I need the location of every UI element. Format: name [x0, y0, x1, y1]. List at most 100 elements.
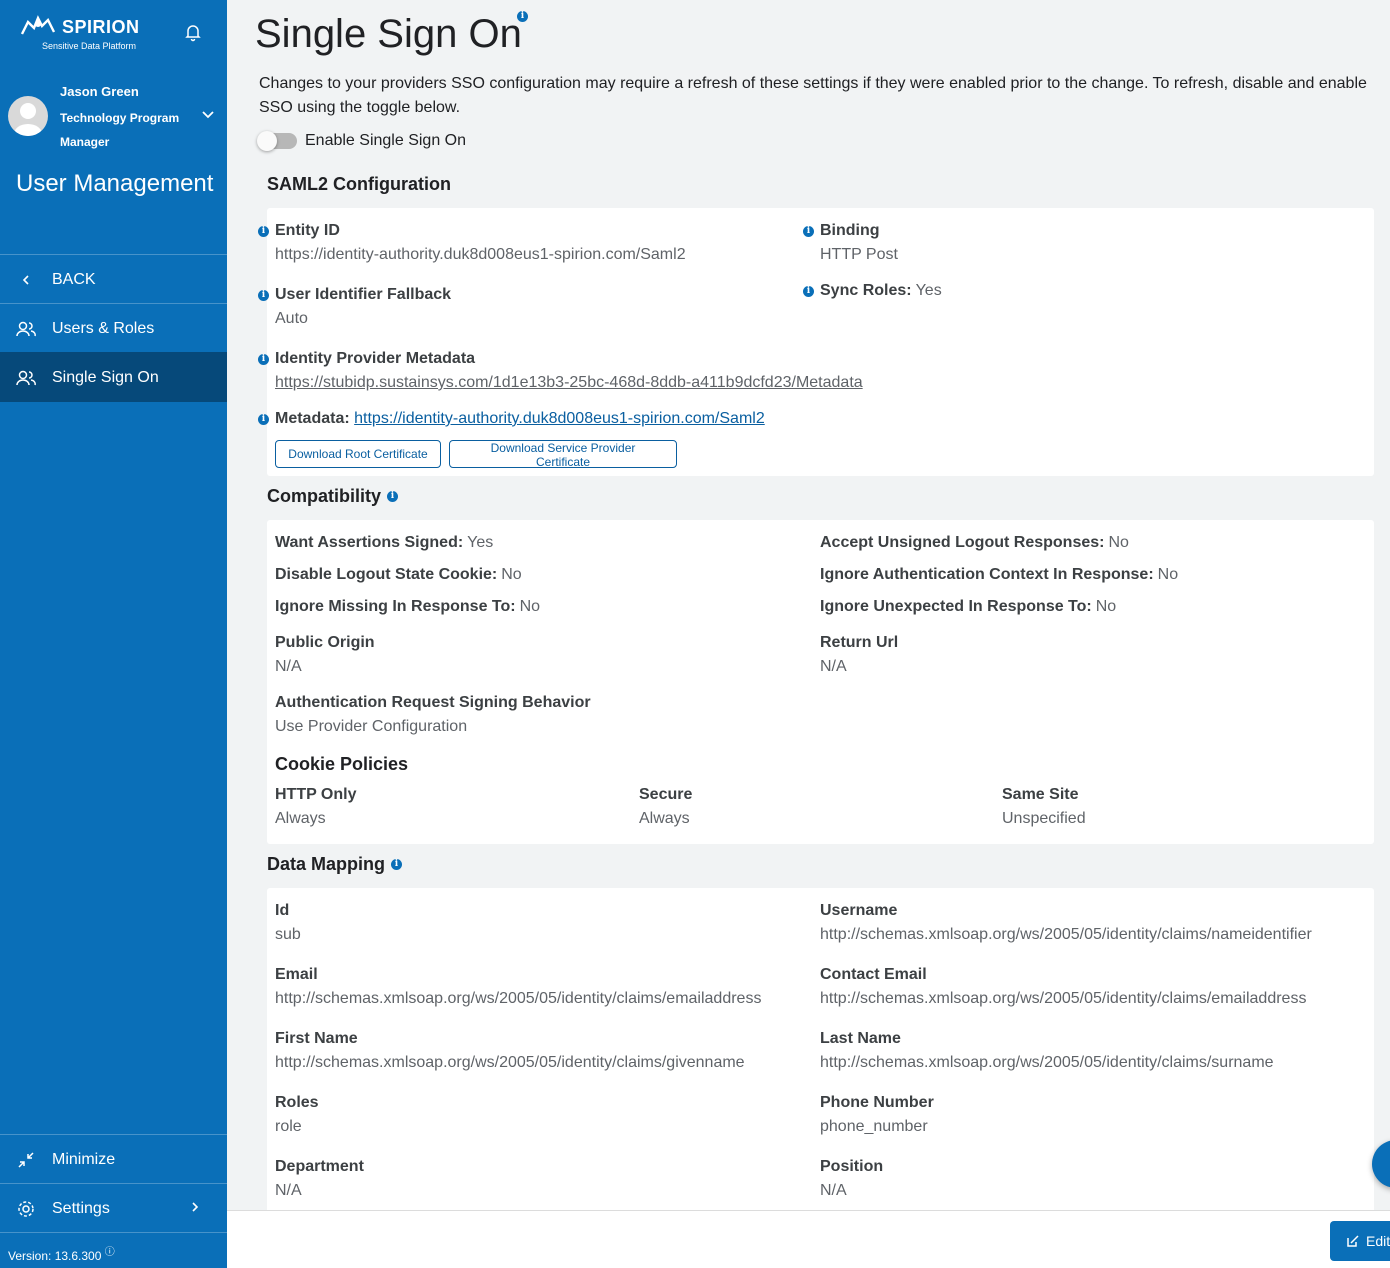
- main-content: Single Sign On i Changes to your provide…: [227, 0, 1390, 1210]
- http-only-field: HTTP Only Always: [275, 783, 357, 831]
- entity-id-label: Entity ID: [275, 222, 340, 239]
- first-name-label: First Name: [275, 1030, 358, 1047]
- info-icon[interactable]: i: [803, 226, 814, 237]
- version-info-icon[interactable]: ⓘ: [105, 1247, 115, 1258]
- avatar-person-icon: [14, 103, 42, 136]
- sidebar: SPIRION Sensitive Data Platform Jason Gr…: [0, 0, 227, 1268]
- user-profile[interactable]: Jason Green Technology Program Manager: [8, 80, 223, 150]
- title-info-icon[interactable]: i: [517, 11, 528, 22]
- notification-bell-icon[interactable]: [183, 22, 203, 42]
- saml2-heading: SAML2 Configuration: [267, 174, 451, 195]
- auth-request-signing-field: Authentication Request Signing Behavior …: [275, 691, 591, 739]
- nav-users-roles[interactable]: Users & Roles: [0, 303, 227, 353]
- nav-minimize-label: Minimize: [52, 1150, 116, 1168]
- return-url-field: Return Url N/A: [820, 631, 898, 679]
- download-sp-certificate-button[interactable]: Download Service Provider Certificate: [449, 440, 677, 469]
- page-title: Single Sign On: [255, 12, 522, 56]
- compatibility-info-icon[interactable]: i: [387, 491, 399, 502]
- version-info: Version: 13.6.300 ⓘ: [0, 1232, 227, 1268]
- auth-signing-value: Use Provider Configuration: [275, 718, 468, 735]
- accept-unsigned-label: Accept Unsigned Logout Responses:: [820, 534, 1105, 551]
- binding-label: Binding: [820, 222, 880, 239]
- fallback-value: Auto: [275, 310, 308, 327]
- brand-tagline: Sensitive Data Platform: [42, 41, 137, 51]
- ignore-auth-context: Ignore Authentication Context In Respons…: [820, 563, 1178, 587]
- department-label: Department: [275, 1158, 364, 1175]
- minimize-icon: [0, 1151, 52, 1169]
- user-name: Jason Green: [60, 84, 139, 99]
- roles-value: role: [275, 1118, 302, 1135]
- brand-logo[interactable]: SPIRION Sensitive Data Platform: [18, 14, 158, 58]
- nav-single-sign-on[interactable]: Single Sign On: [0, 352, 227, 402]
- accept-unsigned-value: No: [1108, 534, 1129, 551]
- data-mapping-info-icon[interactable]: i: [391, 859, 403, 870]
- sso-intro-text: Changes to your providers SSO configurat…: [259, 75, 1367, 116]
- compatibility-heading: Compatibility i: [267, 486, 399, 507]
- same-site-field: Same Site Unspecified: [1002, 783, 1086, 831]
- username-field: Username http://schemas.xmlsoap.org/ws/2…: [820, 899, 1312, 947]
- ignore-unexpected-label: Ignore Unexpected In Response To:: [820, 598, 1092, 615]
- metadata-link[interactable]: https://identity-authority.duk8d008eus1-…: [354, 410, 765, 427]
- info-icon[interactable]: i: [258, 414, 269, 425]
- last-name-value: http://schemas.xmlsoap.org/ws/2005/05/id…: [820, 1054, 1274, 1071]
- user-role: Technology Program Manager: [60, 111, 180, 149]
- metadata-label: Metadata:: [275, 410, 350, 427]
- idp-metadata-field: i Identity Provider Metadata https://stu…: [258, 347, 863, 395]
- disable-logout-value: No: [501, 566, 522, 583]
- chevron-right-icon: [191, 1200, 199, 1218]
- data-mapping-heading-text: Data Mapping: [267, 854, 386, 874]
- download-root-certificate-button[interactable]: Download Root Certificate: [275, 440, 441, 468]
- secure-value: Always: [639, 810, 690, 827]
- chevron-down-icon[interactable]: [200, 106, 216, 122]
- edit-button[interactable]: Edit: [1330, 1221, 1390, 1261]
- last-name-field: Last Name http://schemas.xmlsoap.org/ws/…: [820, 1027, 1274, 1075]
- first-name-field: First Name http://schemas.xmlsoap.org/ws…: [275, 1027, 745, 1075]
- info-icon[interactable]: i: [803, 286, 814, 297]
- brand-name: SPIRION: [62, 16, 140, 37]
- idp-metadata-label: Identity Provider Metadata: [275, 350, 476, 367]
- info-icon[interactable]: i: [258, 354, 269, 365]
- position-value: N/A: [820, 1182, 847, 1199]
- ignore-missing-label: Ignore Missing In Response To:: [275, 598, 516, 615]
- public-origin-value: N/A: [275, 658, 302, 675]
- same-site-label: Same Site: [1002, 786, 1079, 803]
- contact-email-value: http://schemas.xmlsoap.org/ws/2005/05/id…: [820, 990, 1307, 1007]
- same-site-value: Unspecified: [1002, 810, 1086, 827]
- binding-value: HTTP Post: [820, 246, 898, 263]
- ignore-missing-value: No: [519, 598, 541, 615]
- sync-roles-field: i Sync Roles: Yes: [803, 279, 942, 303]
- nav-back[interactable]: BACK: [0, 254, 227, 304]
- info-icon[interactable]: i: [258, 226, 269, 237]
- department-field: Department N/A: [275, 1155, 364, 1203]
- entity-id-field: i Entity ID https://identity-authority.d…: [258, 219, 686, 267]
- accept-unsigned-logout: Accept Unsigned Logout Responses: No: [820, 531, 1129, 555]
- info-icon[interactable]: i: [258, 290, 269, 301]
- binding-field: i Binding HTTP Post: [803, 219, 898, 267]
- section-title: User Management: [16, 170, 214, 197]
- roles-field: Roles role: [275, 1091, 319, 1139]
- saml2-card: i Entity ID https://identity-authority.d…: [258, 208, 1374, 476]
- contact-email-label: Contact Email: [820, 966, 927, 983]
- phone-label: Phone Number: [820, 1094, 934, 1111]
- public-origin-label: Public Origin: [275, 634, 375, 651]
- nav-settings[interactable]: Settings: [0, 1183, 227, 1233]
- nav-minimize[interactable]: Minimize: [0, 1134, 227, 1184]
- ignore-auth-ctx-value: No: [1157, 566, 1179, 583]
- enable-sso-toggle[interactable]: [257, 131, 297, 151]
- position-field: Position N/A: [820, 1155, 883, 1203]
- phone-value: phone_number: [820, 1118, 928, 1135]
- users-icon: [0, 369, 52, 387]
- chevron-left-icon: [0, 274, 52, 286]
- id-field: Id sub: [275, 899, 301, 947]
- spirion-logo-icon: [20, 15, 56, 35]
- compatibility-heading-text: Compatibility: [267, 486, 382, 506]
- data-mapping-card: Id sub Username http://schemas.xmlsoap.o…: [267, 888, 1374, 1210]
- edit-icon: [1347, 1235, 1359, 1247]
- public-origin-field: Public Origin N/A: [275, 631, 375, 679]
- edit-button-label: Edit: [1366, 1233, 1390, 1249]
- secure-field: Secure Always: [639, 783, 692, 831]
- disable-logout-state-cookie: Disable Logout State Cookie: No: [275, 563, 522, 587]
- idp-metadata-link[interactable]: https://stubidp.sustainsys.com/1d1e13b3-…: [275, 371, 863, 395]
- version-text: Version: 13.6.300: [8, 1249, 102, 1263]
- username-value: http://schemas.xmlsoap.org/ws/2005/05/id…: [820, 926, 1312, 943]
